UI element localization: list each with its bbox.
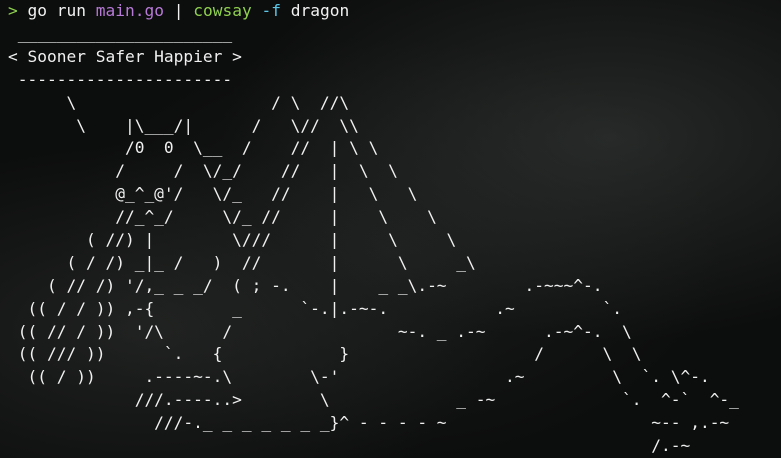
command-subcommand: run	[56, 1, 86, 20]
output-line: < Sooner Safer Happier >	[8, 46, 242, 66]
output-line: (( / )) .----~-.\ \-' .~ \ `. \^-.	[8, 367, 710, 387]
command-line: > go run main.go | cowsay -f dragon	[8, 0, 349, 23]
output-line: //_^_/ \/_ // | \ \	[8, 207, 437, 227]
output-line: ( / /) _|_ / ) // | \ _\	[8, 252, 476, 272]
terminal-output: ______________________ < Sooner Safer Hap…	[8, 23, 739, 458]
output-line: ///-._ _ _ _ _ _ _}^ - - - - ~ ~-- ,.-~	[8, 413, 730, 433]
output-line: ______________________	[8, 24, 233, 43]
output-line: ///.----..> \ _ -~ `. ^-` ^-_	[8, 390, 739, 410]
output-line: (( // / )) '/\ / ~-. _ .-~ .-~^-. \	[8, 321, 632, 341]
output-line: / / \/_/ // | \ \	[8, 161, 398, 181]
output-line: (( /// )) `. { } / \ \	[8, 344, 642, 364]
output-line: \ |\___/| / \// \\	[8, 115, 359, 135]
command-file-arg: main.go	[95, 1, 164, 20]
output-line: \ / \ //\	[8, 92, 350, 112]
command-flag-value: dragon	[290, 1, 350, 20]
output-line: ( // /) '/,_ _ _/ ( ; -. | _ _\.-~ .-~~~…	[8, 275, 603, 295]
terminal-window[interactable]: > go run main.go | cowsay -f dragon ____…	[0, 0, 781, 458]
output-line: /.-~	[8, 436, 691, 456]
command-pipe: |	[173, 1, 184, 20]
command-flag: -f	[261, 1, 281, 20]
output-line: @_^_@'/ \/_ // | \ \	[8, 184, 418, 204]
output-line: (( / / )) ,-{ _ `-.|.-~-. .~ `.	[8, 298, 622, 318]
command-program-2: cowsay	[193, 1, 252, 20]
command-program: go	[27, 1, 48, 20]
output-line: /0 0 \__ / // | \ \	[8, 138, 379, 158]
prompt-symbol: >	[8, 1, 18, 20]
output-line: ( //) | \/// | \ \	[8, 230, 457, 250]
output-line: ----------------------	[8, 69, 233, 89]
